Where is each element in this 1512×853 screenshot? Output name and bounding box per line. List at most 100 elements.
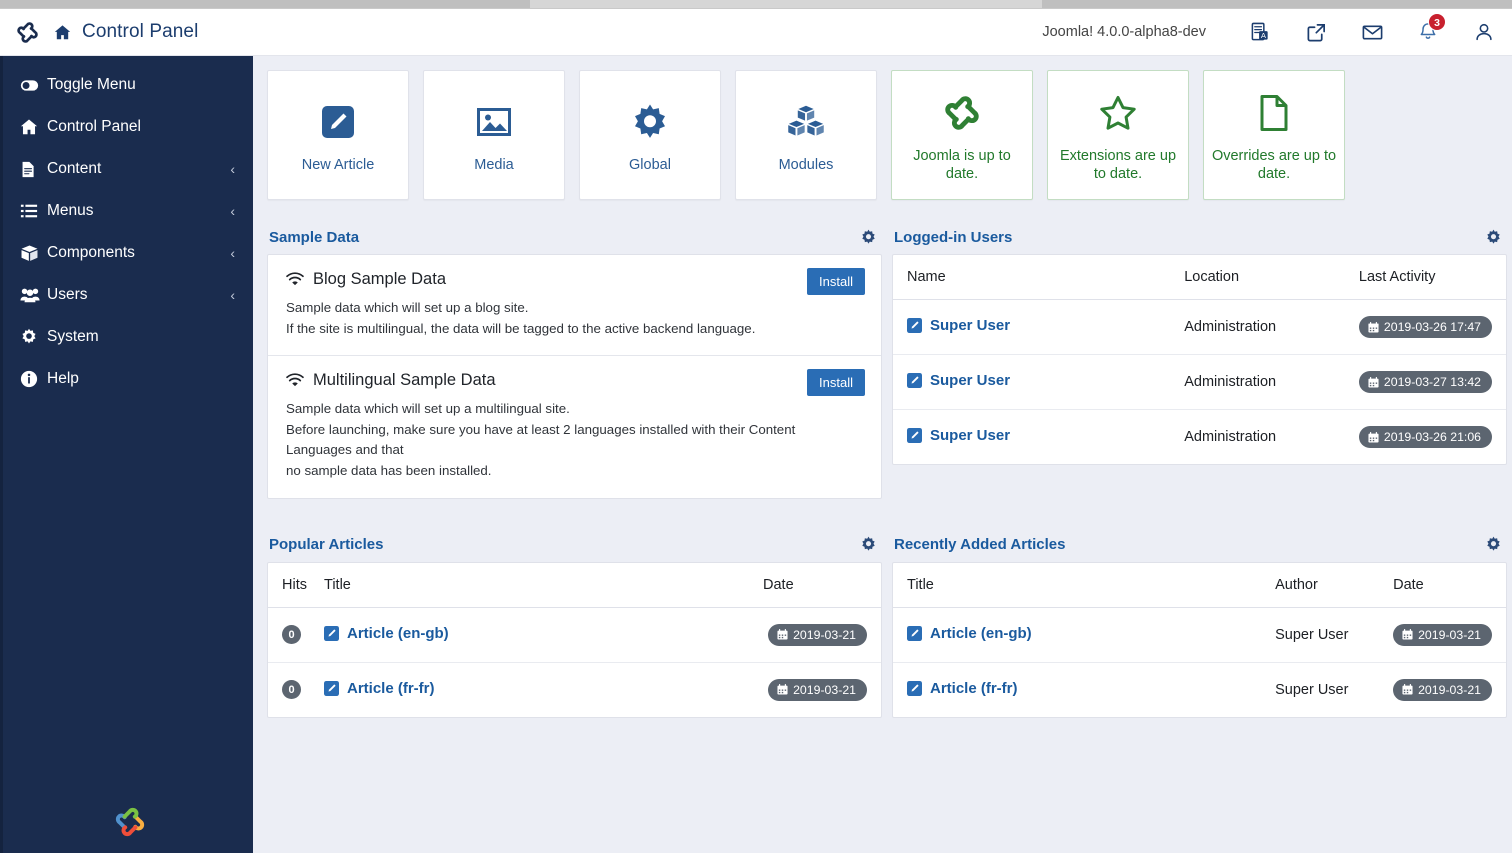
calendar-icon — [1402, 629, 1413, 640]
column-header-date: Date — [763, 562, 881, 608]
user-link[interactable]: Super User — [907, 427, 1010, 444]
desc-line: If the site is multilingual, the data wi… — [286, 320, 756, 336]
cell-date: 2019-03-21 — [1393, 662, 1506, 717]
page-title-group: Control Panel — [54, 21, 198, 43]
quick-card-modules[interactable]: Modules — [735, 70, 877, 200]
desc-line: no sample data has been installed. — [286, 463, 492, 479]
toggle-icon — [20, 76, 47, 95]
quick-card-media[interactable]: Media — [423, 70, 565, 200]
joomla-icon — [942, 87, 982, 139]
install-button[interactable]: Install — [807, 369, 865, 397]
scrollbar-track-left[interactable] — [0, 0, 530, 8]
sidebar-item-label: System — [47, 328, 99, 345]
date-badge: 2019-03-26 17:47 — [1358, 316, 1492, 338]
sample-data-item-multilingual: Multilingual Sample Data Sample data whi… — [268, 355, 881, 497]
scrollbar-track-right[interactable] — [1042, 0, 1512, 8]
quick-card-new-article[interactable]: New Article — [267, 70, 409, 200]
article-link[interactable]: Article (en-gb) — [907, 625, 1032, 642]
cell-last-activity: 2019-03-26 17:47 — [1358, 299, 1506, 355]
status-card-joomla-update[interactable]: Joomla is up to date. — [891, 70, 1033, 200]
calendar-icon — [777, 684, 788, 695]
quick-actions-row: New Article Media Global Modules Joomla … — [267, 70, 1502, 200]
date-badge: 2019-03-26 21:06 — [1358, 426, 1492, 448]
calendar-icon — [777, 629, 788, 640]
notifications-icon[interactable]: 3 — [1400, 9, 1456, 56]
edit-article-icon — [907, 318, 922, 333]
cell-title: Article (fr-fr) — [324, 662, 763, 717]
quick-card-label: New Article — [301, 156, 375, 173]
sidebar-navigation: Toggle Menu Control Panel Content ‹ Menu… — [0, 56, 253, 853]
cell-last-activity: 2019-03-27 13:42 — [1358, 354, 1506, 410]
sidebar-item-users[interactable]: Users ‹ — [3, 274, 253, 316]
sidebar-item-menus[interactable]: Menus ‹ — [3, 190, 253, 232]
column-header-location: Location — [1184, 255, 1359, 300]
user-name: Super User — [930, 317, 1011, 334]
joomla-logo-icon[interactable] — [0, 20, 54, 45]
chevron-left-icon: ‹ — [230, 287, 235, 303]
quick-card-global[interactable]: Global — [579, 70, 721, 200]
file-text-icon — [20, 161, 47, 178]
status-card-extensions-update[interactable]: Extensions are up to date. — [1047, 70, 1189, 200]
scrollbar-thumb[interactable] — [530, 0, 1042, 8]
column-header-hits: Hits — [268, 562, 324, 608]
sidebar-item-system[interactable]: System — [3, 316, 253, 358]
sidebar-footer-joomla-logo-icon — [3, 805, 256, 839]
options-gear-icon[interactable] — [1485, 229, 1502, 246]
pencil-square-icon — [318, 96, 358, 148]
article-link[interactable]: Article (fr-fr) — [324, 680, 435, 697]
options-gear-icon[interactable] — [860, 536, 877, 553]
date-value: 2019-03-21 — [1418, 627, 1481, 642]
cell-author: Super User — [1275, 681, 1349, 698]
article-link[interactable]: Article (fr-fr) — [907, 680, 1018, 697]
sidebar-item-label: Toggle Menu — [47, 76, 136, 93]
install-button[interactable]: Install — [807, 268, 865, 295]
multilingual-status-icon[interactable]: A — [1232, 9, 1288, 56]
cell-author: Super User — [1275, 607, 1394, 663]
quick-card-label: Media — [474, 156, 514, 173]
cell-date: 2019-03-21 — [1393, 607, 1506, 663]
edit-article-icon — [324, 680, 339, 696]
user-link[interactable]: Super User — [907, 372, 1010, 389]
panel-body: Title Author Date Article (en-gb) Super … — [892, 561, 1507, 718]
table-row: Article (fr-fr) Super User 2019-03-21 — [893, 662, 1506, 717]
panel-body: Name Location Last Activity Super User A… — [892, 254, 1507, 465]
user-name: Super User — [930, 372, 1011, 389]
page-title: Control Panel — [82, 21, 199, 42]
sidebar-item-help[interactable]: Help — [3, 358, 253, 400]
sidebar-item-label: Content — [47, 160, 102, 177]
cell-location: Administration — [1184, 299, 1359, 355]
options-gear-icon[interactable] — [860, 229, 877, 246]
home-icon — [54, 24, 71, 41]
top-header-bar: Control Panel Joomla! 4.0.0-alpha8-dev A… — [0, 9, 1512, 56]
cell-name: Super User — [893, 299, 1185, 355]
panel-header: Recently Added Articles — [892, 528, 1507, 562]
edit-article-icon — [907, 428, 922, 443]
sidebar-item-toggle-menu[interactable]: Toggle Menu — [3, 64, 253, 106]
sidebar-item-control-panel[interactable]: Control Panel — [3, 106, 253, 148]
status-card-overrides-update[interactable]: Overrides are up to date. — [1203, 70, 1345, 200]
user-menu-icon[interactable] — [1456, 9, 1512, 56]
panel-popular-articles: Popular Articles Hits Title Date 0 Artic… — [267, 528, 882, 718]
panel-sample-data: Sample Data Blog Sample Data Sample data… — [267, 220, 882, 499]
sidebar-item-label: Menus — [47, 202, 94, 219]
edit-article-icon — [324, 625, 339, 641]
logged-in-users-table: Name Location Last Activity Super User A… — [893, 255, 1506, 464]
user-link[interactable]: Super User — [907, 317, 1010, 334]
cell-hits: 0 — [268, 662, 324, 717]
options-gear-icon[interactable] — [1485, 536, 1502, 553]
column-header-title: Title — [893, 562, 1276, 608]
status-card-label: Joomla is up to date. — [913, 147, 1011, 182]
article-link[interactable]: Article (en-gb) — [324, 625, 449, 642]
table-row: 0 Article — [268, 662, 881, 717]
status-card-label: Overrides are up to date. — [1211, 147, 1337, 182]
panel-body: Blog Sample Data Sample data which will … — [267, 254, 882, 499]
date-badge: 2019-03-27 13:42 — [1358, 371, 1492, 393]
sidebar-item-content[interactable]: Content ‹ — [3, 148, 253, 190]
cubes-icon — [785, 96, 827, 148]
date-value: 2019-03-26 17:47 — [1383, 320, 1481, 334]
view-site-icon[interactable] — [1288, 9, 1344, 56]
messages-icon[interactable] — [1344, 9, 1400, 56]
info-icon — [20, 370, 47, 388]
sidebar-item-components[interactable]: Components ‹ — [3, 232, 253, 274]
cell-last-activity: 2019-03-26 21:06 — [1358, 410, 1506, 465]
